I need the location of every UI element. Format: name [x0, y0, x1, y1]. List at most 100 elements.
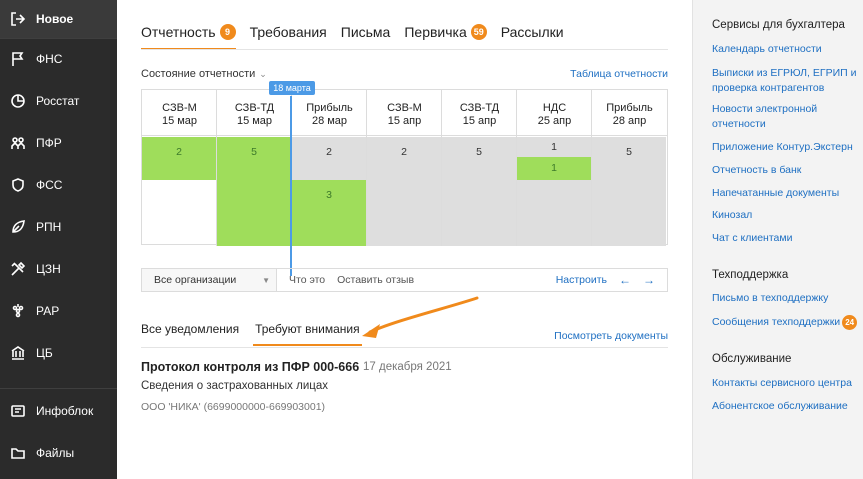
column-title: СЗВ-ТД [234, 102, 275, 114]
feedback-link[interactable]: Оставить отзыв [337, 274, 414, 286]
column-date: 25 апр [537, 115, 572, 127]
main-content: Отчетность 9 Требования Письма Первичка … [117, 0, 692, 479]
report-column[interactable]: СЗВ-ТД 15 апр 5 [442, 90, 517, 246]
column-header: СЗВ-ТД 15 мар [217, 90, 292, 136]
column-header: Прибыль 28 мар [292, 90, 367, 136]
column-header: Прибыль 28 апр [592, 90, 667, 136]
report-column[interactable]: СЗВ-М 15 апр 2 [367, 90, 442, 246]
report-column[interactable]: Прибыль 28 апр 5 [592, 90, 667, 246]
people-icon [8, 133, 28, 153]
grid-toolbar: Все организации ▼ Что это Оставить отзыв… [141, 268, 668, 292]
sidebar-item-label: РАР [36, 304, 60, 318]
sidebar-item-rpn[interactable]: РПН [0, 208, 117, 246]
status-cell[interactable] [517, 180, 591, 246]
main-tabs: Отчетность 9 Требования Письма Первичка … [141, 20, 578, 50]
sidebar-item-rar[interactable]: РАР [0, 292, 117, 330]
tab-all-notifications[interactable]: Все уведомления [141, 322, 239, 340]
chevron-down-icon: ⌄ [259, 69, 267, 79]
report-column[interactable]: СЗВ-М 15 мар 2 [142, 90, 217, 246]
sidebar-item-pfr[interactable]: ПФР [0, 124, 117, 162]
section-title: Техподдержка [712, 269, 789, 281]
sidebar-item-label: ПФР [36, 136, 62, 150]
tab-primary[interactable]: Первичка 59 [404, 20, 487, 44]
tab-need-attention[interactable]: Требуют внимания [253, 322, 362, 346]
status-cell[interactable]: 5 [592, 137, 666, 246]
sidebar-item-files[interactable]: Файлы [0, 434, 117, 472]
link-app[interactable]: Приложение Контур.Экстерн [712, 140, 862, 155]
status-cell[interactable]: 2 [292, 137, 366, 180]
column-date: 15 апр [387, 115, 422, 127]
report-column[interactable]: Прибыль 28 мар 2 3 [292, 90, 367, 246]
status-cell[interactable]: 2 [142, 137, 216, 180]
tab-letters[interactable]: Письма [341, 20, 391, 44]
column-date: 28 апр [612, 115, 647, 127]
state-dropdown[interactable]: Состояние отчетности ⌄ [141, 68, 267, 80]
link-calendar[interactable]: Календарь отчетности [712, 42, 862, 57]
status-cell[interactable]: 2 [367, 137, 441, 246]
messages-badge: 24 [842, 315, 858, 330]
divider [0, 38, 117, 39]
column-title: Прибыль [606, 102, 653, 114]
sidebar-item-label: Новое [36, 12, 74, 26]
tab-requirements[interactable]: Требования [250, 20, 327, 44]
status-cell[interactable]: 3 [292, 180, 366, 246]
link-printed[interactable]: Напечатанные документы [712, 186, 862, 201]
toolbar-right: Настроить ← → [556, 273, 667, 287]
organization-select[interactable]: Все организации ▼ [142, 269, 277, 291]
sidebar-item-infoblock[interactable]: Инфоблок [0, 392, 117, 430]
sidebar-item-label: Файлы [36, 446, 75, 460]
link-support-messages[interactable]: Сообщения техподдержки 24 [712, 315, 862, 330]
link-support-letter[interactable]: Письмо в техподдержку [712, 291, 862, 306]
status-cell[interactable]: 1 [517, 137, 591, 157]
sidebar-item-fss[interactable]: ФСС [0, 166, 117, 204]
column-date: 15 апр [462, 115, 497, 127]
sidebar-item-label: ЦБ [36, 346, 53, 360]
link-bank[interactable]: Отчетность в банк [712, 163, 862, 178]
sidebar-item-label: РПН [36, 220, 62, 234]
tab-badge: 9 [219, 24, 236, 40]
sidebar-item-label: Инфоблок [36, 404, 94, 418]
link-service-contacts[interactable]: Контакты сервисного центра [712, 376, 862, 391]
link-cinema[interactable]: Кинозал [712, 208, 862, 223]
reporting-calendar-grid: СЗВ-М 15 мар 2 СЗВ-ТД 15 мар 5 Прибыль 28 м… [141, 89, 668, 246]
tab-label: Требования [249, 24, 327, 40]
view-documents-link[interactable]: Посмотреть документы [554, 330, 668, 342]
tab-mailings[interactable]: Рассылки [501, 20, 564, 44]
today-marker [290, 96, 292, 276]
configure-link[interactable]: Настроить [556, 274, 607, 286]
what-is-link[interactable]: Что это [289, 274, 325, 286]
notification-subtitle: Сведения о застрахованных лицах [141, 380, 328, 392]
grapes-icon [8, 301, 28, 321]
app: Новое ФНС Росстат ПФР ФСС РПН ЦЗН РАР ЦБ… [0, 0, 863, 479]
link-news[interactable]: Новости электронной отчетности [712, 102, 862, 132]
tab-reporting[interactable]: Отчетность 9 [141, 20, 236, 50]
sidebar-item-new[interactable]: Новое [0, 0, 117, 38]
link-subscription[interactable]: Абонентское обслуживание [712, 399, 862, 414]
select-value: Все организации [154, 274, 237, 286]
flag-icon [8, 49, 28, 69]
status-cell[interactable]: 5 [217, 137, 291, 246]
sidebar-item-cb[interactable]: ЦБ [0, 334, 117, 372]
arrow-left-icon[interactable]: ← [619, 273, 631, 287]
section-title: Сервисы для бухгалтера [712, 19, 845, 31]
arrow-right-icon[interactable]: → [643, 273, 655, 287]
sidebar-item-fns[interactable]: ФНС [0, 40, 117, 78]
report-column[interactable]: НДС 25 апр 1 1 [517, 90, 592, 246]
link-chat[interactable]: Чат с клиентами [712, 231, 862, 246]
divider [141, 49, 668, 50]
link-egrul[interactable]: Выписки из ЕГРЮЛ, ЕГРИП и проверка контр… [712, 66, 862, 96]
report-column[interactable]: СЗВ-ТД 15 мар 5 [217, 90, 292, 246]
column-header: НДС 25 апр [517, 90, 592, 136]
tab-label: Отчетность [141, 24, 216, 40]
notification-title[interactable]: Протокол контроля из ПФР 000-666 [141, 360, 359, 374]
status-cell[interactable]: 5 [442, 137, 516, 246]
notification-tabs: Все уведомления Требуют внимания [141, 322, 376, 346]
state-row: Состояние отчетности ⌄ Таблица отчетности [141, 68, 668, 82]
sidebar-item-rosstat[interactable]: Росстат [0, 82, 117, 120]
sidebar-item-label: ЦЗН [36, 262, 61, 276]
report-table-link[interactable]: Таблица отчетности [570, 68, 668, 80]
status-cell[interactable]: 1 [517, 157, 591, 180]
notification-date: 17 декабря 2021 [363, 361, 452, 373]
column-title: Прибыль [306, 102, 353, 114]
sidebar-item-czn[interactable]: ЦЗН [0, 250, 117, 288]
